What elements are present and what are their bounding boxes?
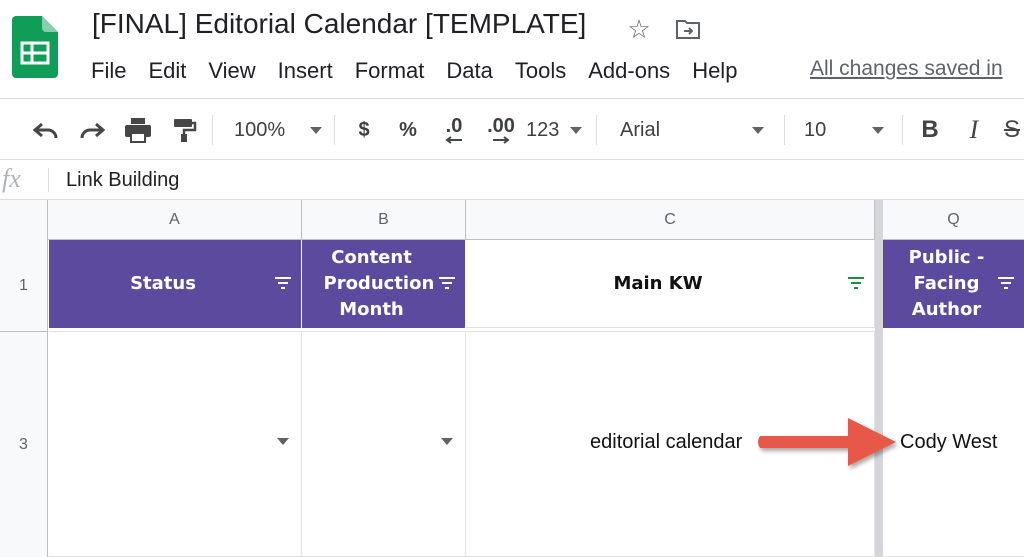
- italic-icon: I: [969, 115, 979, 144]
- author-value: Cody West: [900, 431, 998, 453]
- font-family-value: Arial: [620, 118, 661, 141]
- toolbar-divider: [212, 115, 213, 145]
- frozen-column-divider[interactable]: [875, 200, 883, 557]
- paint-format-icon[interactable]: [166, 99, 202, 161]
- bold-icon: B: [921, 116, 939, 143]
- save-status-link[interactable]: All changes saved in: [810, 57, 1003, 81]
- header-cell-main-kw[interactable]: Main KW: [466, 240, 875, 328]
- header-cell-content-month[interactable]: Content Production Month: [302, 240, 466, 328]
- toolbar-divider: [334, 115, 335, 145]
- zoom-value: 100%: [234, 118, 286, 141]
- arrow-left-icon: [445, 136, 462, 144]
- menu-bar: File Edit View Insert Format Data Tools …: [80, 56, 748, 86]
- chevron-down-icon: [310, 126, 322, 134]
- menu-insert[interactable]: Insert: [267, 58, 344, 84]
- decrease-decimal-button[interactable]: .0: [434, 99, 474, 161]
- header-status-label: Status: [130, 273, 196, 294]
- currency-label: $: [358, 118, 370, 141]
- toolbar: 100% $ % .0 .00 123 Arial 10 B I S: [0, 98, 1024, 160]
- cell-a3-status-dropdown[interactable]: [49, 332, 302, 557]
- decrease-decimal-label: .0: [445, 115, 463, 137]
- row-header-3[interactable]: 3: [0, 332, 48, 557]
- annotation-arrow-icon: [758, 418, 896, 466]
- more-formats-label: 123: [526, 118, 560, 141]
- chevron-down-icon[interactable]: [277, 438, 289, 445]
- chevron-down-icon: [872, 126, 884, 134]
- chevron-down-icon: [752, 126, 764, 134]
- cell-q3-author[interactable]: Cody West: [883, 332, 1024, 557]
- format-currency-button[interactable]: $: [348, 99, 380, 161]
- toolbar-divider: [784, 115, 785, 145]
- column-header-row: A B C Q: [0, 200, 1024, 240]
- document-title[interactable]: [FINAL] Editorial Calendar [TEMPLATE]: [92, 8, 586, 40]
- google-sheets-logo-icon[interactable]: [12, 16, 58, 78]
- font-size-value: 10: [804, 118, 827, 141]
- formula-divider: [48, 168, 49, 192]
- main-kw-value: editorial calendar: [590, 431, 743, 453]
- filter-icon[interactable]: [273, 274, 293, 292]
- filter-icon[interactable]: [437, 274, 457, 292]
- menu-data[interactable]: Data: [435, 58, 503, 84]
- menu-addons[interactable]: Add-ons: [577, 58, 681, 84]
- star-icon[interactable]: ☆: [624, 14, 654, 44]
- percent-label: %: [399, 118, 417, 141]
- menu-edit[interactable]: Edit: [137, 58, 197, 84]
- menu-view[interactable]: View: [197, 58, 266, 84]
- toolbar-divider: [596, 115, 597, 145]
- increase-decimal-button[interactable]: .00: [480, 99, 522, 161]
- header-content-month-label: Content Production Month: [323, 247, 435, 320]
- row-header-1[interactable]: 1: [0, 240, 48, 332]
- formula-bar: fx Link Building: [0, 160, 1024, 200]
- menu-help[interactable]: Help: [681, 58, 748, 84]
- format-percent-button[interactable]: %: [392, 99, 424, 161]
- header-cell-author[interactable]: Public - Facing Author: [883, 240, 1024, 328]
- header-author-label: Public - Facing Author: [908, 247, 985, 320]
- column-header-q[interactable]: Q: [883, 200, 1024, 240]
- italic-button[interactable]: I: [958, 99, 990, 161]
- font-family-select[interactable]: Arial: [614, 99, 770, 161]
- menu-tools[interactable]: Tools: [504, 58, 577, 84]
- column-header-b[interactable]: B: [302, 200, 466, 240]
- more-formats-button[interactable]: 123: [526, 99, 582, 161]
- chevron-down-icon[interactable]: [441, 438, 453, 445]
- column-header-c[interactable]: C: [466, 200, 875, 240]
- header-main-kw-label: Main KW: [613, 272, 703, 294]
- chevron-down-icon: [570, 126, 582, 134]
- header-cell-status[interactable]: Status: [49, 240, 302, 328]
- move-to-folder-icon[interactable]: [673, 14, 703, 44]
- function-icon: fx: [2, 164, 21, 193]
- toolbar-divider: [902, 115, 903, 145]
- strikethrough-button[interactable]: S: [1004, 99, 1024, 161]
- spreadsheet-grid: A B C Q 1 3 Status Content Production Mo…: [0, 200, 1024, 557]
- strikethrough-icon: S: [1004, 116, 1021, 143]
- font-size-select[interactable]: 10: [798, 99, 890, 161]
- print-icon[interactable]: [120, 99, 156, 161]
- redo-icon[interactable]: [74, 99, 110, 161]
- arrow-right-icon: [493, 136, 510, 144]
- increase-decimal-label: .00: [487, 115, 515, 137]
- zoom-select[interactable]: 100%: [230, 99, 326, 161]
- bold-button[interactable]: B: [914, 99, 946, 161]
- filter-icon[interactable]: [846, 274, 866, 292]
- filter-icon[interactable]: [996, 274, 1016, 292]
- undo-icon[interactable]: [28, 99, 64, 161]
- menu-format[interactable]: Format: [344, 58, 436, 84]
- cell-b3-month-dropdown[interactable]: [302, 332, 466, 557]
- select-all-corner[interactable]: [0, 200, 48, 240]
- column-header-a[interactable]: A: [48, 200, 302, 240]
- formula-input[interactable]: Link Building: [66, 169, 179, 192]
- menu-file[interactable]: File: [80, 58, 137, 84]
